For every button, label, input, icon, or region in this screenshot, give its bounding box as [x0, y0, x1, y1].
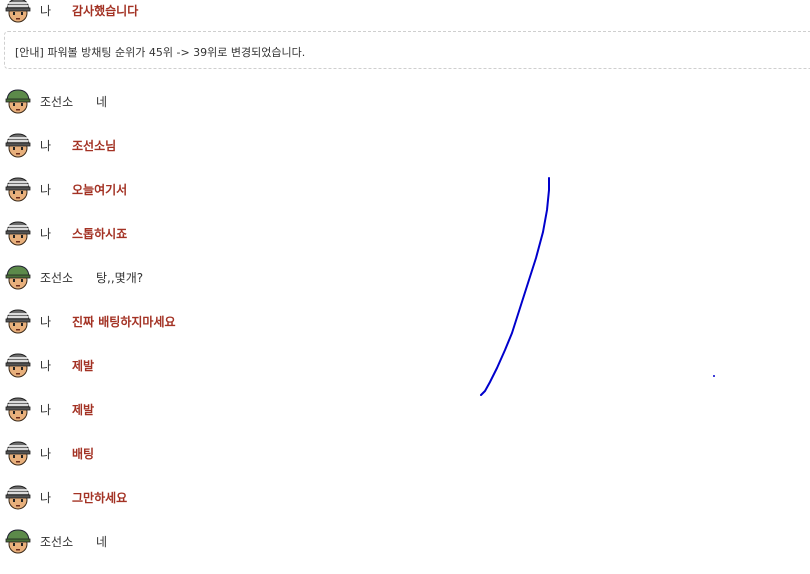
soldier-green-helmet-avatar-icon	[5, 529, 31, 554]
message-text: 오늘여기서	[72, 183, 128, 197]
message-text: 배팅	[72, 447, 95, 461]
drawing-dot	[713, 375, 715, 377]
soldier-striped-helmet-avatar-icon	[5, 309, 31, 334]
sender-name: 조선소	[40, 95, 74, 109]
sender-name: 나	[40, 403, 52, 417]
soldier-striped-helmet-avatar-icon	[5, 133, 31, 158]
sender-name: 나	[40, 447, 52, 461]
message-text: 네	[96, 95, 108, 109]
message-text: 스톱하시죠	[72, 227, 128, 241]
freehand-drawing	[480, 177, 715, 396]
soldier-striped-helmet-avatar-icon	[5, 397, 31, 422]
soldier-striped-helmet-avatar-icon	[5, 221, 31, 246]
sender-name: 나	[40, 359, 52, 373]
soldier-green-helmet-avatar-icon	[5, 265, 31, 290]
message-text: 진짜 배팅하지마세요	[72, 315, 176, 329]
message-text: 감사했습니다	[72, 4, 139, 18]
message-text: 제발	[72, 359, 95, 373]
soldier-striped-helmet-avatar-icon	[5, 353, 31, 378]
message-text: 조선소님	[72, 139, 117, 153]
soldier-striped-helmet-avatar-icon	[5, 485, 31, 510]
drawing-stroke	[480, 177, 550, 396]
sender-name: 나	[40, 227, 52, 241]
message-text: 네	[96, 535, 108, 549]
message-text: 그만하세요	[72, 491, 128, 505]
sender-name: 조선소	[40, 535, 74, 549]
sender-name: 나	[40, 139, 52, 153]
sender-name: 나	[40, 315, 52, 329]
message-text: 제발	[72, 403, 95, 417]
soldier-striped-helmet-avatar-icon	[5, 441, 31, 466]
sender-name: 나	[40, 183, 52, 197]
soldier-striped-helmet-avatar-icon	[5, 177, 31, 202]
sender-name: 조선소	[40, 271, 74, 285]
sender-name: 나	[40, 4, 52, 18]
notice-text: [안내] 파워볼 방채팅 순위가 45위 -> 39위로 변경되었습니다.	[15, 46, 306, 59]
notice-banner: [안내] 파워볼 방채팅 순위가 45위 -> 39위로 변경되었습니다.	[4, 31, 810, 69]
sender-name: 나	[40, 491, 52, 505]
message-text: 탕,,몇개?	[96, 271, 144, 285]
soldier-green-helmet-avatar-icon	[5, 89, 31, 114]
chat-log: 나 감사했습니다 [안내] 파워볼 방채팅 순위가 45위 -> 39위로 변경…	[0, 0, 810, 574]
soldier-striped-helmet-avatar-icon	[5, 0, 31, 23]
